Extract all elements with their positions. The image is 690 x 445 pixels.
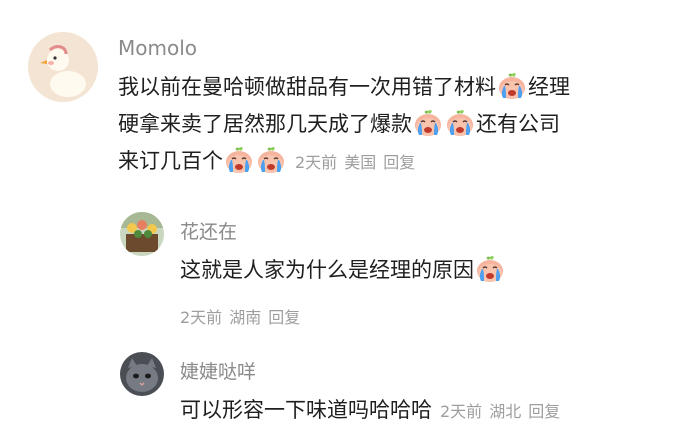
comment-text: 我以前在曼哈顿做甜品有一次用错了材料 经理 硬拿来卖了居然那几天成了爆款 还有公司 …: [118, 69, 570, 181]
cat-avatar-icon[interactable]: [120, 352, 164, 396]
crying-face-emoji-icon: [256, 146, 286, 174]
username[interactable]: Momolo: [118, 36, 197, 60]
comment-time: 2天前: [295, 153, 338, 172]
username[interactable]: 花还在: [180, 220, 237, 244]
crying-face-emoji-icon: [224, 146, 254, 174]
comment-text-segment: 我以前在曼哈顿做甜品有一次用错了材料: [118, 75, 496, 99]
comment-text-segment: 硬拿来卖了居然那几天成了爆款: [118, 112, 412, 136]
comment-text-segment: 这就是人家为什么是经理的原因: [180, 258, 474, 282]
username[interactable]: 婕婕哒咩: [180, 360, 256, 384]
comment-time: 2天前: [180, 308, 223, 327]
comment-time: 2天前: [440, 402, 483, 421]
comment-meta: 2天前 湖北 回复: [440, 402, 567, 421]
comment-meta: 2天前 美国 回复: [295, 153, 422, 172]
comment-text-segment: 还有公司: [476, 112, 560, 136]
comment-location: 湖南: [229, 308, 262, 327]
comment-text-segment: 可以形容一下味道吗哈哈哈: [180, 398, 432, 422]
comment-text: 这就是人家为什么是经理的原因: [180, 252, 506, 289]
comment-text-segment: 来订几百个: [118, 149, 223, 173]
comment-text-segment: 经理: [528, 75, 570, 99]
comment-location: 美国: [344, 153, 377, 172]
duck-avatar-icon[interactable]: [28, 32, 98, 102]
crying-face-emoji-icon: [475, 255, 505, 283]
comment-meta: 2天前 湖南 回复: [180, 304, 307, 328]
reply-button[interactable]: 回复: [383, 153, 415, 172]
crying-face-emoji-icon: [445, 109, 475, 137]
reply-button[interactable]: 回复: [528, 402, 560, 421]
crying-face-emoji-icon: [413, 109, 443, 137]
crying-face-emoji-icon: [497, 72, 527, 100]
flower-avatar-icon[interactable]: [120, 212, 164, 256]
comment-location: 湖北: [489, 402, 522, 421]
comment-text: 可以形容一下味道吗哈哈哈 2天前 湖北 回复: [180, 392, 567, 430]
reply-button[interactable]: 回复: [268, 308, 300, 327]
